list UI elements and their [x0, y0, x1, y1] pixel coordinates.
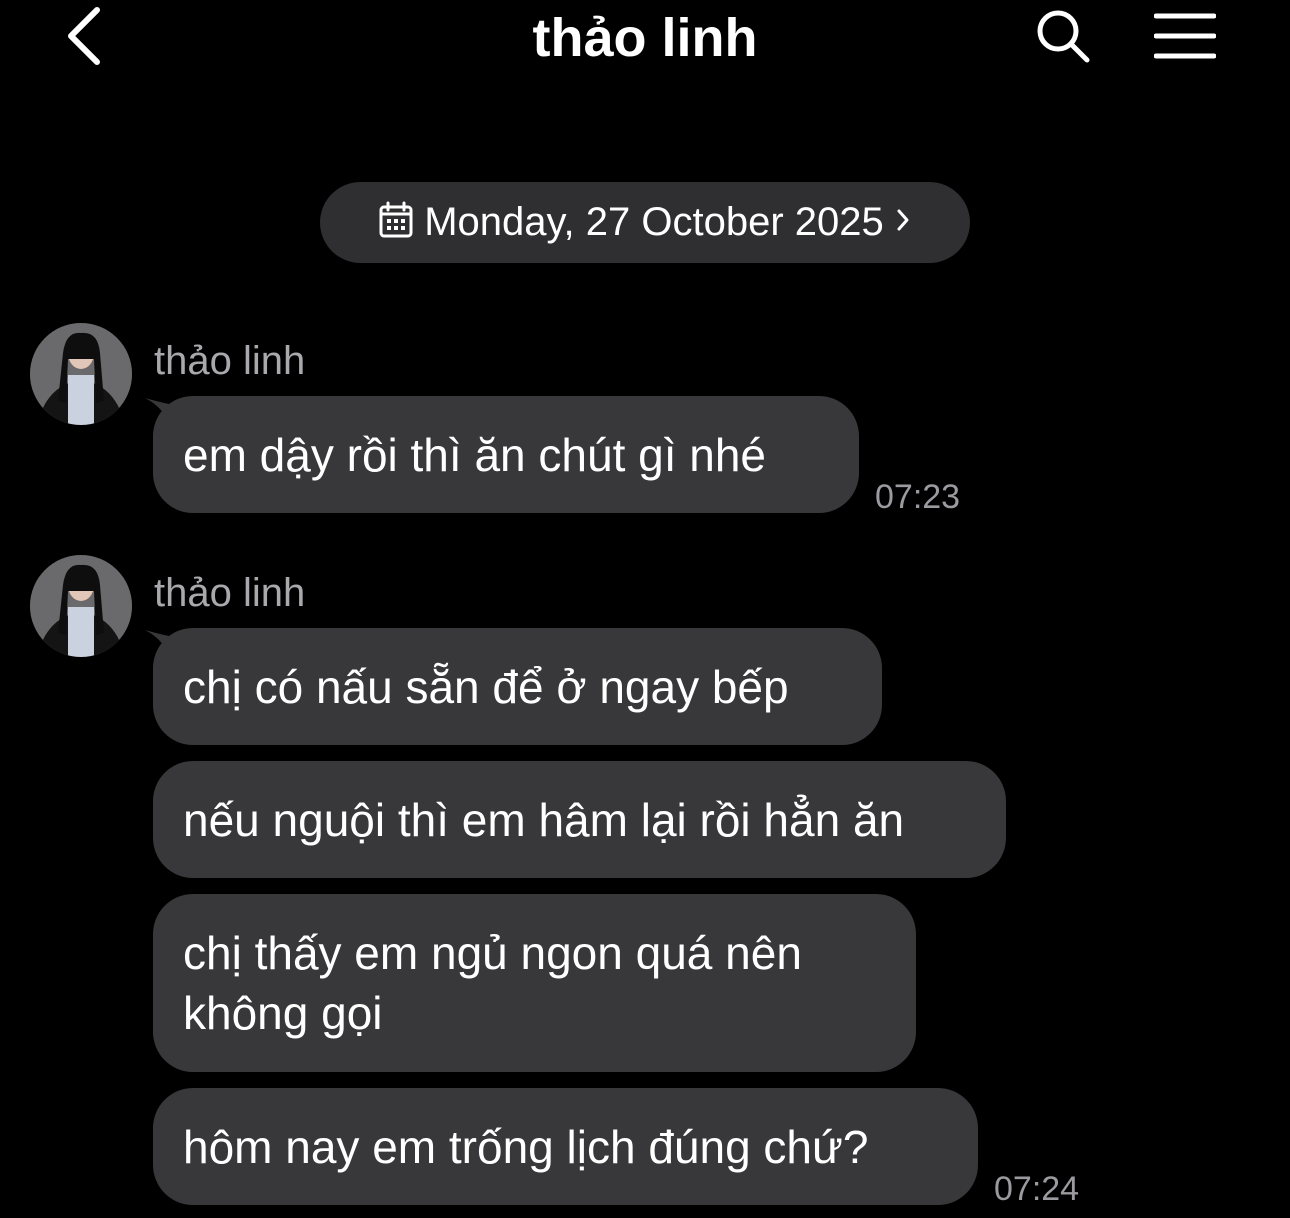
message-time: 07:23	[875, 478, 961, 516]
menu-button[interactable]	[1148, 6, 1222, 70]
message-text: em dậy rồi thì ăn chút gì nhé	[183, 428, 767, 481]
avatar-photo	[30, 555, 132, 657]
message-text: chị có nấu sẵn để ở ngay bếp	[183, 660, 789, 713]
date-pill[interactable]: Monday, 27 October 2025	[320, 182, 970, 263]
back-button[interactable]	[58, 6, 108, 70]
message-bubble[interactable]: chị có nấu sẵn để ở ngay bếp	[153, 628, 882, 745]
message-bubble[interactable]: nếu nguội thì em hâm lại rồi hẳn ăn	[153, 761, 1006, 878]
avatar[interactable]	[30, 323, 132, 425]
page-title: thảo linh	[532, 8, 758, 68]
message-time: 07:24	[994, 1170, 1080, 1208]
message-bubble[interactable]: chị thấy em ngủ ngon quá nên không gọi	[153, 894, 916, 1072]
sender-name: thảo linh	[154, 339, 306, 383]
calendar-icon	[378, 201, 414, 244]
date-label: Monday, 27 October 2025	[424, 200, 884, 244]
message-text: hôm nay em trống lịch đúng chứ?	[183, 1120, 869, 1173]
message-bubble[interactable]: em dậy rồi thì ăn chút gì nhé	[153, 396, 859, 513]
search-button[interactable]	[1030, 6, 1096, 70]
chevron-left-icon	[65, 6, 101, 71]
avatar[interactable]	[30, 555, 132, 657]
chevron-right-icon	[894, 207, 912, 238]
sender-name: thảo linh	[154, 571, 306, 615]
search-icon	[1035, 8, 1091, 69]
hamburger-menu-icon	[1153, 12, 1217, 65]
avatar-photo	[30, 323, 132, 425]
message-text: chị thấy em ngủ ngon quá nên không gọi	[183, 927, 802, 1039]
message-text: nếu nguội thì em hâm lại rồi hẳn ăn	[183, 793, 905, 846]
message-bubble[interactable]: hôm nay em trống lịch đúng chứ?	[153, 1088, 978, 1205]
